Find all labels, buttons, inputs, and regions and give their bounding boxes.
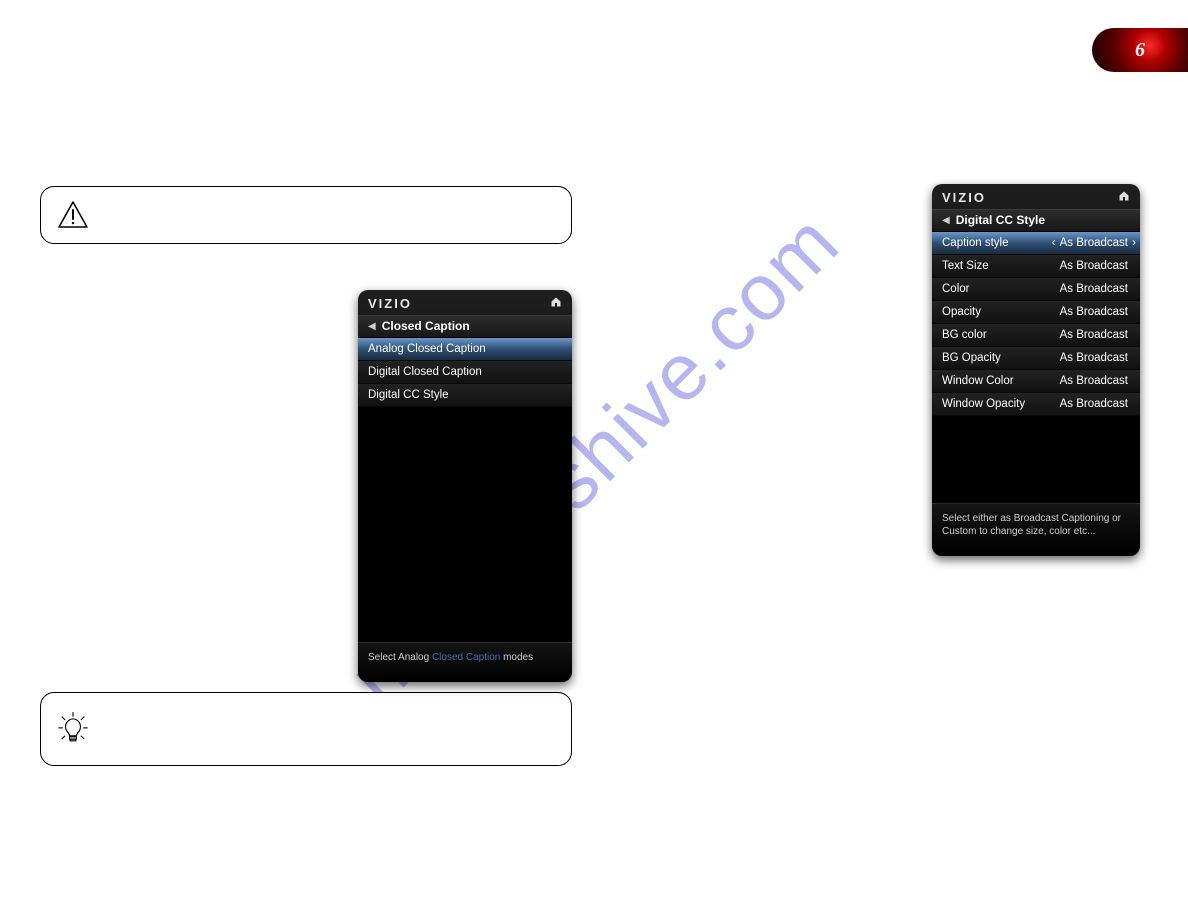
setting-value: As Broadcast: [1054, 329, 1134, 341]
back-arrow-icon: ◀: [942, 215, 950, 226]
panel-header: VIZIO: [932, 184, 1140, 209]
setting-window-opacity[interactable]: Window Opacity As Broadcast: [932, 393, 1140, 416]
setting-color[interactable]: Color As Broadcast: [932, 278, 1140, 301]
setting-label: Opacity: [942, 306, 981, 318]
panel-header: VIZIO: [358, 290, 572, 315]
panel-spacer: [932, 416, 1140, 503]
warning-icon: [55, 199, 91, 231]
home-icon[interactable]: [550, 296, 562, 311]
brand-label: VIZIO: [368, 296, 412, 311]
setting-value: As Broadcast: [1054, 352, 1134, 364]
setting-text-size[interactable]: Text Size As Broadcast: [932, 255, 1140, 278]
breadcrumb[interactable]: ◀ Closed Caption: [358, 315, 572, 338]
menu-item-label: Digital Closed Caption: [368, 366, 482, 378]
setting-label: Window Opacity: [942, 398, 1025, 410]
setting-value: As Broadcast: [1054, 283, 1134, 295]
breadcrumb[interactable]: ◀ Digital CC Style: [932, 209, 1140, 232]
hint-suffix: modes: [500, 652, 533, 663]
menu-item-label: Digital CC Style: [368, 389, 449, 401]
digital-cc-style-menu: VIZIO ◀ Digital CC Style Caption style A…: [932, 184, 1140, 556]
hint-prefix: Select Analog: [368, 652, 432, 663]
setting-value: As Broadcast: [1054, 306, 1134, 318]
breadcrumb-label: Digital CC Style: [956, 213, 1045, 227]
back-arrow-icon: ◀: [368, 321, 376, 332]
hint-highlight: Closed Caption: [432, 652, 500, 663]
setting-window-color[interactable]: Window Color As Broadcast: [932, 370, 1140, 393]
setting-value: As Broadcast: [1054, 237, 1134, 249]
chapter-number: 6: [1135, 39, 1145, 62]
home-icon[interactable]: [1118, 190, 1130, 205]
setting-label: Caption style: [942, 237, 1008, 249]
breadcrumb-label: Closed Caption: [382, 319, 470, 333]
setting-opacity[interactable]: Opacity As Broadcast: [932, 301, 1140, 324]
closed-caption-menu: VIZIO ◀ Closed Caption Analog Closed Cap…: [358, 290, 572, 682]
setting-label: BG color: [942, 329, 987, 341]
setting-value: As Broadcast: [1054, 398, 1134, 410]
panel-hint: Select either as Broadcast Captioning or…: [932, 503, 1140, 556]
menu-item-digital-cc[interactable]: Digital Closed Caption: [358, 361, 572, 384]
setting-caption-style[interactable]: Caption style As Broadcast: [932, 232, 1140, 255]
panel-spacer: [358, 407, 572, 642]
lightbulb-icon: [55, 711, 91, 747]
menu-item-analog-cc[interactable]: Analog Closed Caption: [358, 338, 572, 361]
setting-label: Text Size: [942, 260, 989, 272]
chapter-badge: 6: [1092, 28, 1188, 72]
setting-label: Color: [942, 283, 969, 295]
setting-label: Window Color: [942, 375, 1014, 387]
setting-label: BG Opacity: [942, 352, 1001, 364]
setting-bg-color[interactable]: BG color As Broadcast: [932, 324, 1140, 347]
tip-callout: [40, 692, 572, 766]
panel-hint: Select Analog Closed Caption modes: [358, 642, 572, 682]
setting-value: As Broadcast: [1054, 260, 1134, 272]
brand-label: VIZIO: [942, 190, 986, 205]
menu-item-label: Analog Closed Caption: [368, 343, 486, 355]
setting-bg-opacity[interactable]: BG Opacity As Broadcast: [932, 347, 1140, 370]
menu-item-digital-cc-style[interactable]: Digital CC Style: [358, 384, 572, 407]
setting-value: As Broadcast: [1054, 375, 1134, 387]
warning-callout: [40, 186, 572, 244]
